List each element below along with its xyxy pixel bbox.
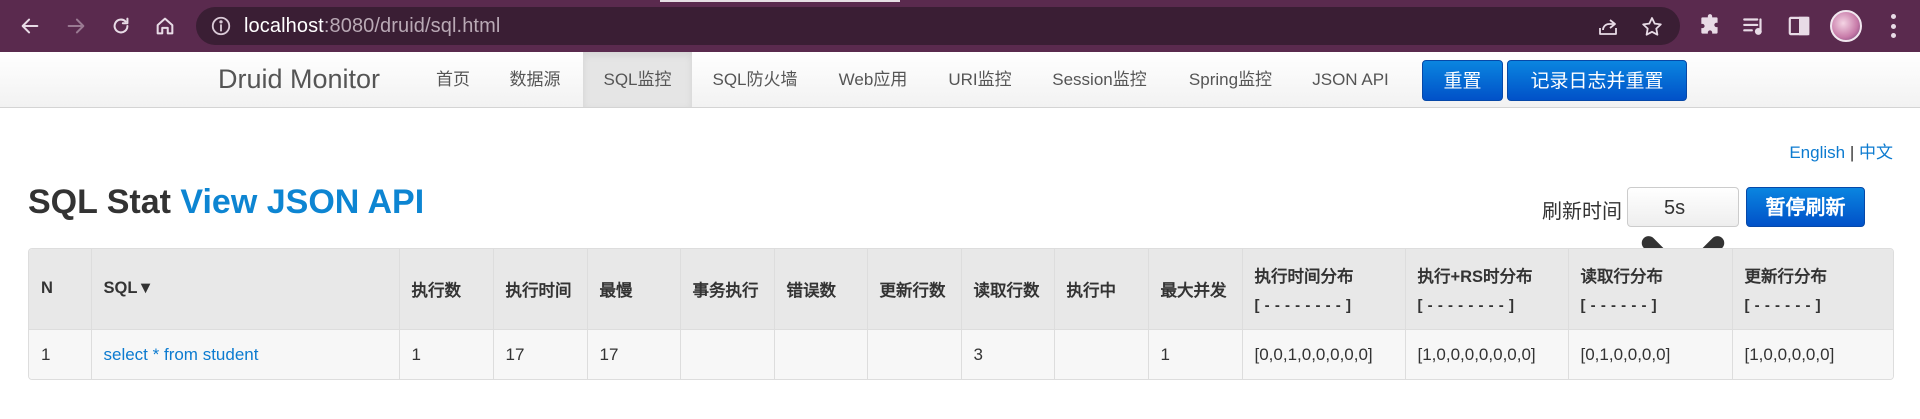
language-switch: English | 中文	[1789, 138, 1893, 163]
back-arrow-icon[interactable]	[13, 10, 47, 42]
reload-icon[interactable]	[104, 10, 138, 42]
table-cell: 3	[960, 328, 1054, 379]
side-panel-icon[interactable]	[1786, 13, 1812, 39]
refresh-interval-select[interactable]: 5s	[1627, 187, 1739, 285]
column-header[interactable]: 执行+RS时分布[ - - - - - - - - ]	[1404, 249, 1568, 329]
column-header[interactable]: 最慢	[586, 249, 680, 329]
view-json-api-link[interactable]: View JSON API	[180, 183, 424, 221]
log-and-reset-button[interactable]: 记录日志并重置	[1507, 60, 1687, 101]
column-header[interactable]: 更新行数	[866, 249, 961, 329]
table-row: 1 select * from student 1 17 17 3 1 [0,0…	[29, 328, 1893, 379]
address-bar[interactable]: localhost:8080/druid/sql.html	[196, 7, 1680, 45]
bookmark-star-icon[interactable]	[1640, 15, 1664, 39]
site-info-icon[interactable]	[210, 15, 232, 37]
media-queue-icon[interactable]	[1741, 13, 1767, 39]
column-header[interactable]: 执行时间分布[ - - - - - - - - ]	[1241, 249, 1405, 329]
browser-menu-icon[interactable]	[1888, 14, 1898, 38]
table-cell: [1,0,0,0,0,0,0,0]	[1404, 328, 1568, 379]
table-cell	[773, 328, 867, 379]
nav-item-sql-monitor[interactable]: SQL监控	[583, 52, 692, 107]
extensions-puzzle-icon[interactable]	[1697, 13, 1723, 39]
column-header[interactable]: 执行时间	[492, 249, 587, 329]
reset-button[interactable]: 重置	[1422, 60, 1503, 101]
url-text[interactable]: localhost:8080/druid/sql.html	[244, 15, 500, 38]
table-cell: [0,0,1,0,0,0,0,0]	[1241, 328, 1405, 379]
column-header[interactable]: 更新行分布[ - - - - - - ]	[1731, 249, 1893, 329]
sql-stat-table: N SQL▼ 执行数 执行时间 最慢 事务执行 错误数 更新行数 读取行数 执行…	[28, 248, 1894, 380]
forward-arrow-icon[interactable]	[59, 10, 93, 42]
column-header[interactable]: 错误数	[773, 249, 867, 329]
lang-chinese-link[interactable]: 中文	[1859, 143, 1893, 162]
pause-refresh-button[interactable]: 暂停刷新	[1746, 187, 1865, 227]
table-cell: [0,1,0,0,0,0]	[1567, 328, 1732, 379]
druid-navbar: Druid Monitor 首页 数据源 SQL监控 SQL防火墙 Web应用 …	[0, 52, 1920, 108]
nav-item-datasource[interactable]: 数据源	[495, 52, 575, 107]
nav-item-sql-firewall[interactable]: SQL防火墙	[700, 52, 810, 107]
column-header[interactable]: N	[29, 249, 91, 329]
column-header[interactable]: 执行中	[1053, 249, 1148, 329]
column-header[interactable]: 读取行分布[ - - - - - - ]	[1567, 249, 1732, 329]
table-cell: select * from student	[90, 328, 399, 379]
brand-title[interactable]: Druid Monitor	[218, 64, 380, 95]
column-header[interactable]: SQL▼	[90, 249, 399, 329]
home-icon[interactable]	[148, 10, 182, 42]
refresh-interval-value: 5s	[1664, 197, 1686, 219]
active-tab-indicator	[660, 0, 900, 2]
nav-item-web-app[interactable]: Web应用	[827, 52, 919, 107]
nav-item-uri-monitor[interactable]: URI监控	[936, 52, 1024, 107]
table-cell: 17	[586, 328, 680, 379]
column-header[interactable]: 读取行数	[960, 249, 1054, 329]
table-cell: 17	[492, 328, 587, 379]
table-cell	[679, 328, 774, 379]
table-cell	[1053, 328, 1148, 379]
lang-separator: |	[1849, 143, 1855, 162]
column-header[interactable]: 事务执行	[679, 249, 774, 329]
browser-toolbar: localhost:8080/druid/sql.html	[0, 0, 1920, 52]
page-title: SQL Stat View JSON API	[28, 183, 424, 222]
sql-detail-link[interactable]: select * from student	[104, 345, 259, 364]
nav-item-json-api[interactable]: JSON API	[1303, 52, 1398, 107]
table-cell: 1	[398, 328, 493, 379]
page-title-text: SQL Stat	[28, 183, 171, 221]
table-cell: 1	[29, 328, 91, 379]
nav-item-spring-monitor[interactable]: Spring监控	[1178, 52, 1283, 107]
lang-english-link[interactable]: English	[1789, 143, 1845, 162]
table-cell: 1	[1147, 328, 1242, 379]
table-cell	[866, 328, 961, 379]
column-header[interactable]: 执行数	[398, 249, 493, 329]
table-header-row: N SQL▼ 执行数 执行时间 最慢 事务执行 错误数 更新行数 读取行数 执行…	[29, 249, 1893, 329]
nav-item-home[interactable]: 首页	[422, 52, 484, 107]
table-cell: [1,0,0,0,0,0]	[1731, 328, 1893, 379]
nav-item-session-monitor[interactable]: Session监控	[1042, 52, 1157, 107]
column-header[interactable]: 最大并发	[1147, 249, 1242, 329]
profile-avatar[interactable]	[1830, 10, 1862, 42]
refresh-interval-label: 刷新时间	[1542, 201, 1622, 223]
share-icon[interactable]	[1596, 15, 1620, 39]
